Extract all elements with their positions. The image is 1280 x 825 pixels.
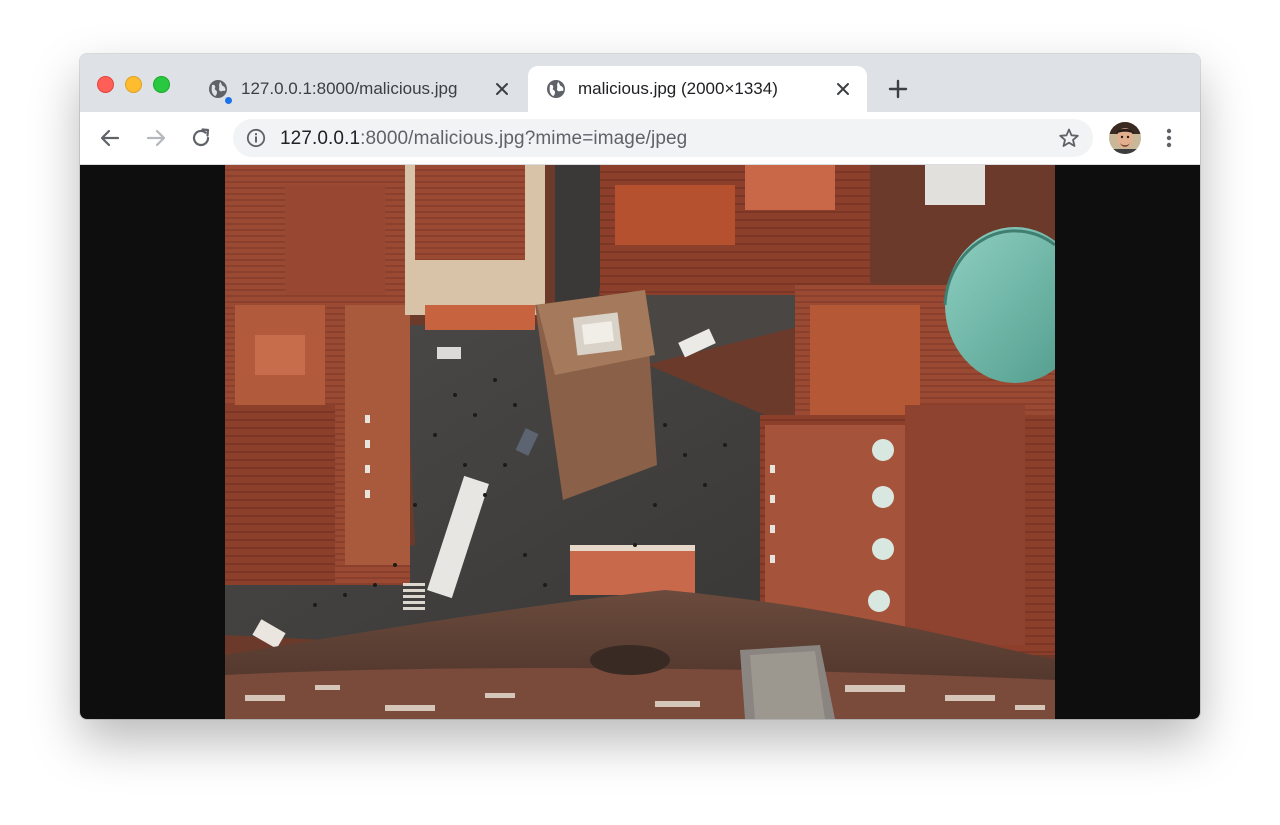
notification-badge xyxy=(224,96,233,105)
tab-title: malicious.jpg (2000×1334) xyxy=(578,79,778,98)
browser-window: 127.0.0.1:8000/malicious.jpg malicious.j… xyxy=(80,54,1200,719)
window-minimize-button[interactable] xyxy=(125,76,142,93)
photo-illustration xyxy=(225,165,1055,719)
reload-icon[interactable] xyxy=(188,125,214,151)
info-icon[interactable] xyxy=(246,128,266,148)
tab-strip: 127.0.0.1:8000/malicious.jpg malicious.j… xyxy=(80,54,1200,112)
aerial-city-photo xyxy=(225,165,1055,719)
star-icon[interactable] xyxy=(1058,127,1080,149)
url-host: 127.0.0.1 xyxy=(280,128,361,149)
tab-title: 127.0.0.1:8000/malicious.jpg xyxy=(241,79,458,98)
window-maximize-button[interactable] xyxy=(153,76,170,93)
page-content xyxy=(80,165,1200,719)
tab-inactive[interactable]: 127.0.0.1:8000/malicious.jpg xyxy=(196,66,526,112)
tab-close-icon[interactable] xyxy=(492,79,512,99)
new-tab-button[interactable] xyxy=(886,77,910,101)
toolbar: 127.0.0.1:8000/malicious.jpg?mime=image/… xyxy=(80,112,1200,165)
forward-icon[interactable] xyxy=(143,125,169,151)
url-text[interactable]: 127.0.0.1:8000/malicious.jpg?mime=image/… xyxy=(280,128,687,150)
globe-icon xyxy=(547,80,565,98)
address-bar[interactable]: 127.0.0.1:8000/malicious.jpg?mime=image/… xyxy=(233,119,1093,157)
tab-active[interactable]: malicious.jpg (2000×1334) xyxy=(528,66,867,112)
url-path: :8000/malicious.jpg?mime=image/jpeg xyxy=(360,128,688,149)
menu-icon[interactable] xyxy=(1158,125,1180,151)
tab-close-icon[interactable] xyxy=(833,79,853,99)
window-close-button[interactable] xyxy=(97,76,114,93)
back-icon[interactable] xyxy=(97,125,123,151)
avatar[interactable] xyxy=(1109,122,1141,154)
